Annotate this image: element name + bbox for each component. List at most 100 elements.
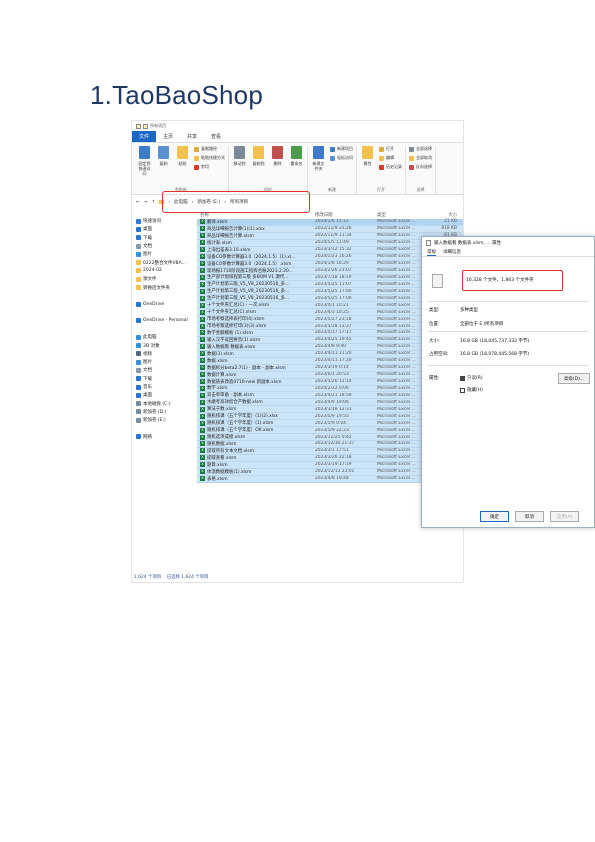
cancel-button[interactable]: 取消 xyxy=(515,511,544,522)
nav-item-label: 图片 xyxy=(143,360,152,366)
ribbon-small-button[interactable]: 历史记录 xyxy=(379,164,402,170)
ribbon-button[interactable]: 粘贴 xyxy=(175,146,190,166)
nav-item[interactable]: 新加卷 (D:) xyxy=(132,408,197,416)
nav-item[interactable]: 图片 xyxy=(132,358,197,366)
nav-item[interactable]: 2024-02 xyxy=(132,267,197,275)
ribbon-button[interactable]: 移动到 xyxy=(232,146,247,166)
ribbon-small-button[interactable]: 粘贴快捷方式 xyxy=(194,155,225,161)
nav-item[interactable]: 转换后文件夹 xyxy=(132,283,197,291)
advanced-button[interactable]: 高级(D)... xyxy=(558,373,590,384)
table-row[interactable]: X 商品详细报告计算(1)(1).xlsx 2022/11/9 23:26 Micro… xyxy=(197,226,463,233)
drive-icon xyxy=(136,401,141,407)
file-name: 输入汉字返回拼音(1).xlsm xyxy=(207,337,261,343)
ribbon-button[interactable]: 删除 xyxy=(270,146,285,166)
ribbon-group-items: 属性 打开编辑历史记录 xyxy=(360,146,402,186)
folder-icon xyxy=(136,268,141,274)
nav-item[interactable]: 下载 xyxy=(132,234,197,242)
nav-item[interactable]: 桌面 xyxy=(132,225,197,233)
readonly-label: 只读(R) xyxy=(467,376,483,381)
file-date: 2024/2/22 0:06 xyxy=(315,385,349,391)
desktop-icon xyxy=(136,226,141,232)
ribbon-small-button[interactable]: 全部选择 xyxy=(409,146,432,152)
ribbon-small-icon xyxy=(379,155,384,161)
tab-share[interactable]: 共享 xyxy=(180,131,204,142)
nav-item[interactable]: 图片 xyxy=(132,250,197,258)
ribbon-button[interactable]: 复制 xyxy=(156,146,171,166)
nav-item[interactable]: 源文件 xyxy=(132,275,197,283)
network-icon xyxy=(136,434,141,440)
nav-item[interactable]: 文档 xyxy=(132,366,197,374)
file-name-cell: X 生产计划第三版_V5_V8_20230516_多... xyxy=(197,288,313,294)
ribbon-small-button[interactable]: 轻松访问 xyxy=(330,155,353,161)
nav-item[interactable]: OneDrive xyxy=(132,300,197,308)
nav-item[interactable]: 音乐 xyxy=(132,383,197,391)
ribbon-icon xyxy=(253,146,264,159)
nav-item[interactable]: OneDrive - Personal xyxy=(132,317,197,325)
nav-item[interactable]: 文档 xyxy=(132,242,197,250)
ribbon-small-button[interactable]: 打开 xyxy=(379,146,402,152)
tab-file[interactable]: 文件 xyxy=(132,131,157,142)
tab-details[interactable]: 详细信息 xyxy=(443,249,461,255)
nav-item[interactable]: 此电脑 xyxy=(132,333,197,341)
ribbon-group-items: 新建文件夹 新建项目轻松访问 xyxy=(311,146,353,186)
forward-icon[interactable]: → xyxy=(144,200,148,205)
nav-item-label: 新加卷 (E:) xyxy=(143,418,166,424)
nav-item[interactable]: 快速访问 xyxy=(132,217,197,225)
ribbon-small-icon xyxy=(194,164,199,170)
nav-item[interactable]: 0222整合文件VBA... xyxy=(132,258,197,266)
ribbon-small-button[interactable]: 反向选择 xyxy=(409,164,432,170)
checkbox-box[interactable] xyxy=(460,375,465,381)
ribbon-small-icon xyxy=(409,164,414,170)
ribbon-button[interactable]: 新建文件夹 xyxy=(311,146,326,171)
column-size[interactable]: 大小 xyxy=(430,212,460,218)
back-icon[interactable]: ← xyxy=(136,200,140,205)
file-date: 2023/3/19 17:19 xyxy=(315,462,352,468)
up-icon[interactable]: ↑ xyxy=(152,200,156,205)
ribbon-small-button[interactable]: 复制路径 xyxy=(194,146,225,152)
file-name: 十个文件夹汇总(C).xlsm xyxy=(207,310,257,316)
nav-item[interactable]: 网络 xyxy=(132,433,197,441)
ribbon-small-label: 历史记录 xyxy=(386,164,402,169)
readonly-checkbox[interactable]: 只读(R) xyxy=(460,375,483,381)
column-date[interactable]: 修改日期 xyxy=(313,212,375,218)
tab-general[interactable]: 常规 xyxy=(427,249,436,256)
nav-item[interactable]: 新加卷 (E:) xyxy=(132,416,197,424)
ribbon-button-label: 移动到 xyxy=(233,161,246,166)
ok-button[interactable]: 确定 xyxy=(480,511,509,522)
checkbox-box[interactable] xyxy=(460,387,465,393)
ribbon-small-buttons: 打开编辑历史记录 xyxy=(379,146,402,170)
quick-access-toolbar-icon[interactable] xyxy=(136,123,141,129)
ribbon-button[interactable]: 固定到快速访问 xyxy=(137,146,152,176)
ribbon-small-button[interactable]: 编辑 xyxy=(379,155,402,161)
nav-item[interactable]: 桌面 xyxy=(132,391,197,399)
file-date: 2023/4/11 17:20 xyxy=(315,358,352,364)
tab-home[interactable]: 主页 xyxy=(156,131,180,142)
ribbon-small-label: 编辑 xyxy=(386,155,394,160)
file-date: 2023/4/11 11:20 xyxy=(315,351,352,357)
file-date: 2023/12/13 23:01 xyxy=(315,469,355,475)
ribbon-icon xyxy=(291,146,302,159)
file-date: 2024/1/6 11:12 xyxy=(315,219,349,225)
hidden-checkbox[interactable]: 隐藏(H) xyxy=(460,387,483,393)
ribbon-button[interactable]: 重命名 xyxy=(289,146,304,166)
table-row[interactable]: X 翻译.xlsm 2024/1/6 11:12 Microsoft Excel ..… xyxy=(197,219,463,226)
nav-item[interactable]: 视频 xyxy=(132,350,197,358)
ribbon-small-button[interactable]: 剪切 xyxy=(194,164,225,170)
column-type[interactable]: 类型 xyxy=(375,212,430,218)
excel-file-icon: X xyxy=(200,379,205,385)
excel-file-icon: X xyxy=(200,268,205,274)
nav-item-label: 此电脑 xyxy=(143,335,157,341)
file-name-cell: X 数字.xlsm xyxy=(197,385,313,391)
ribbon-small-button[interactable]: 全部取消 xyxy=(409,155,432,161)
tab-view[interactable]: 查看 xyxy=(204,131,228,142)
column-name[interactable]: 名称 xyxy=(197,212,313,218)
ribbon-button[interactable]: 复制到 xyxy=(251,146,266,166)
nav-item[interactable]: 3D 对象 xyxy=(132,341,197,349)
nav-item[interactable]: 本地磁盘 (C:) xyxy=(132,400,197,408)
excel-file-icon: X xyxy=(200,351,205,357)
excel-file-icon: X xyxy=(200,330,205,336)
nav-item[interactable]: 下载 xyxy=(132,375,197,383)
ribbon-small-button[interactable]: 新建项目 xyxy=(330,146,353,152)
apply-button[interactable]: 应用(A) xyxy=(550,511,579,522)
ribbon-button[interactable]: 属性 xyxy=(360,146,375,166)
